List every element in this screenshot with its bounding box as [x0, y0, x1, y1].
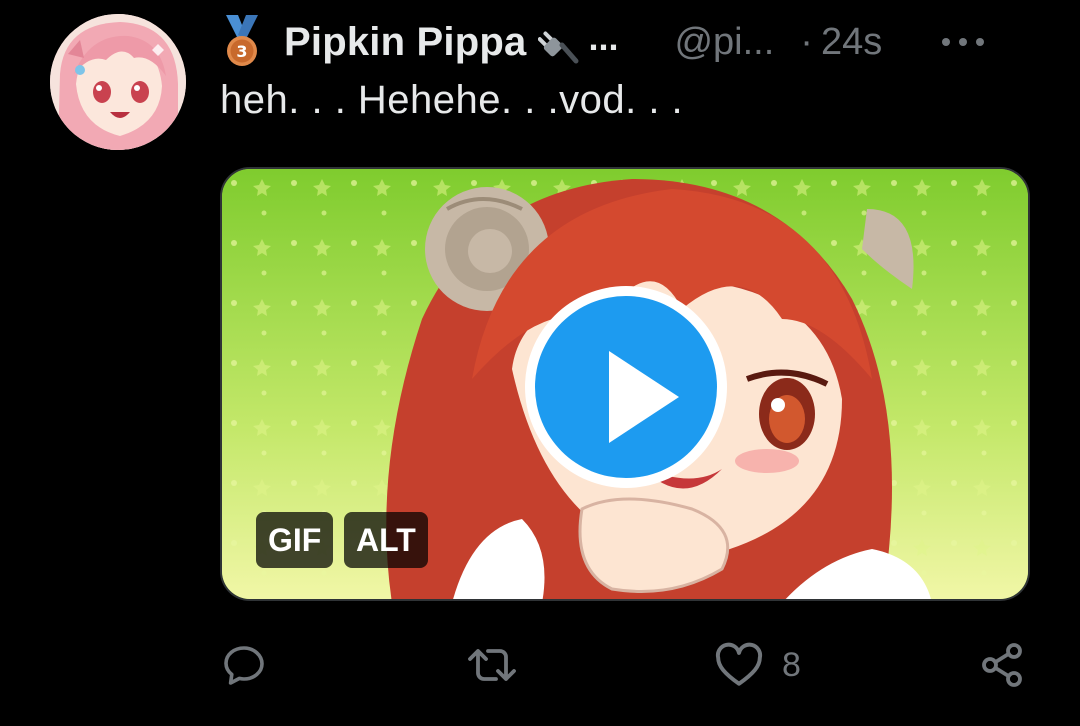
heart-icon: [715, 642, 763, 686]
share-icon: [982, 643, 1022, 687]
gif-media[interactable]: GIF ALT: [220, 167, 1030, 601]
electric-plug-icon: [538, 31, 579, 64]
author-handle[interactable]: @pi...: [674, 21, 774, 64]
post-timestamp[interactable]: 24s: [821, 21, 882, 64]
share-button[interactable]: [978, 640, 1026, 690]
reply-button[interactable]: [220, 640, 268, 690]
name-overflow-ellipsis: ...: [588, 17, 619, 58]
repost-icon: [468, 649, 516, 681]
like-button[interactable]: 8: [714, 640, 801, 690]
pink-haired-anime-girl-avatar: [50, 14, 186, 150]
post-actions: 8: [220, 640, 1030, 690]
repost-button[interactable]: [466, 640, 518, 690]
meta-separator: ·: [800, 20, 813, 63]
alt-text-button[interactable]: ALT: [344, 512, 428, 568]
gif-badge: GIF: [256, 512, 334, 568]
reply-icon: [224, 646, 264, 685]
author-display-name[interactable]: Pipkin Pippa: [284, 20, 526, 65]
third-place-medal-icon: 3: [226, 15, 258, 66]
svg-text:3: 3: [236, 42, 247, 61]
like-count: 8: [782, 645, 801, 684]
post-header: 3 Pipkin Pippa ... @pi... · 24s: [220, 14, 1040, 70]
post-text: heh. . . Hehehe. . .vod. . .: [220, 78, 684, 122]
more-horizontal-icon[interactable]: [942, 34, 985, 50]
play-button[interactable]: [525, 286, 727, 488]
play-icon: [535, 296, 717, 478]
avatar[interactable]: [50, 14, 186, 150]
